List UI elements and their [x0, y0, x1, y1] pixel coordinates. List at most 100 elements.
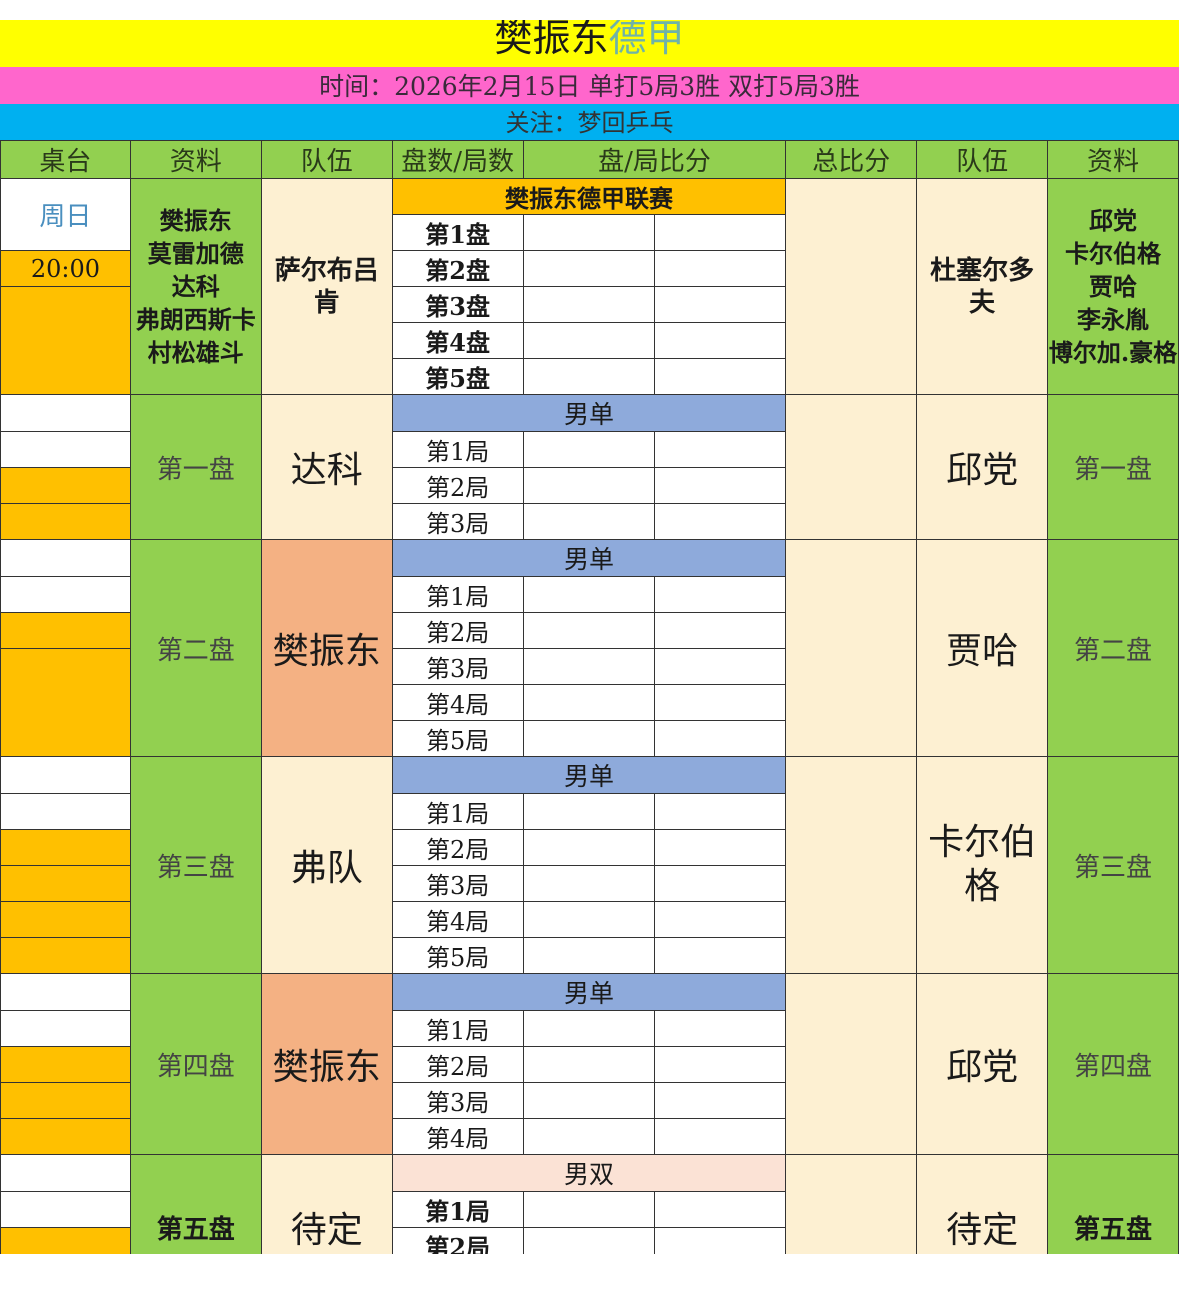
score-cell[interactable]	[522, 358, 656, 395]
round-label: 第2局	[391, 612, 524, 649]
table-fill	[0, 1046, 131, 1083]
score-cell[interactable]	[522, 576, 656, 613]
total-score[interactable]	[785, 539, 918, 757]
score-cell[interactable]	[522, 1118, 656, 1155]
score-cell[interactable]	[654, 286, 787, 323]
score-table: 桌台 资料 队伍 盘数/局数 盘/局比分 总比分 队伍 资料 周日 樊振东 莫雷…	[0, 140, 1179, 1254]
score-cell[interactable]	[654, 1010, 787, 1047]
score-cell[interactable]	[654, 648, 787, 685]
score-cell[interactable]	[654, 431, 787, 468]
round-label: 第1局	[391, 576, 524, 613]
round-label: 第5局	[391, 937, 524, 974]
score-cell[interactable]	[522, 1010, 656, 1047]
event-type: 男单	[391, 973, 787, 1011]
right-player: 邱党	[916, 394, 1049, 540]
roster-player: 博尔加.豪格	[1048, 338, 1178, 367]
game-label-right: 第三盘	[1047, 756, 1179, 974]
table-fill	[0, 829, 131, 866]
score-cell[interactable]	[654, 1191, 787, 1228]
score-cell[interactable]	[522, 1046, 656, 1083]
table-cell	[0, 1191, 131, 1228]
left-player: 达科	[260, 394, 393, 540]
score-cell[interactable]	[522, 612, 656, 649]
score-cell[interactable]	[654, 937, 787, 974]
total-score[interactable]	[785, 1154, 918, 1254]
header-table: 桌台	[0, 140, 131, 179]
total-score[interactable]	[785, 178, 918, 395]
score-cell[interactable]	[522, 937, 656, 974]
score-cell[interactable]	[654, 1227, 787, 1254]
title-main: 樊振东	[494, 20, 609, 60]
score-cell[interactable]	[654, 214, 787, 251]
table-fill	[0, 1118, 131, 1155]
score-cell[interactable]	[654, 793, 787, 830]
score-cell[interactable]	[654, 901, 787, 938]
score-cell[interactable]	[654, 250, 787, 287]
score-cell[interactable]	[654, 322, 787, 359]
score-cell[interactable]	[522, 901, 656, 938]
roster-player: 卡尔伯格	[1065, 239, 1161, 268]
score-cell[interactable]	[522, 793, 656, 830]
left-team: 萨尔布吕肯	[260, 178, 393, 395]
score-cell[interactable]	[654, 358, 787, 395]
game-label: 第一盘	[129, 394, 262, 540]
score-cell[interactable]	[522, 1082, 656, 1119]
score-cell[interactable]	[654, 720, 787, 757]
follow-note: 关注：梦回乒乓	[0, 104, 1179, 140]
round-label: 第5局	[391, 720, 524, 757]
roster-player: 贾哈	[1089, 272, 1137, 301]
total-score[interactable]	[785, 973, 918, 1155]
league-name: 樊振东德甲联赛	[391, 178, 787, 215]
score-cell[interactable]	[522, 250, 656, 287]
title-banner: 樊振东德甲	[0, 20, 1179, 67]
table-fill	[0, 648, 131, 757]
round-label: 第1局	[391, 431, 524, 468]
total-score[interactable]	[785, 394, 918, 540]
score-cell[interactable]	[654, 829, 787, 866]
title-suffix: 德甲	[608, 20, 685, 60]
score-cell[interactable]	[522, 322, 656, 359]
table-cell	[0, 539, 131, 577]
header-score: 盘/局比分	[522, 140, 787, 179]
set-label: 第2盘	[391, 250, 524, 287]
score-cell[interactable]	[522, 829, 656, 866]
round-label: 第3局	[391, 1082, 524, 1119]
score-cell[interactable]	[522, 1227, 656, 1254]
table-fill	[0, 901, 131, 938]
round-label: 第3局	[391, 865, 524, 902]
total-score[interactable]	[785, 756, 918, 974]
score-cell[interactable]	[654, 503, 787, 540]
roster-player: 弗朗西斯卡	[135, 305, 256, 334]
score-cell[interactable]	[654, 1118, 787, 1155]
round-label: 第1局	[391, 793, 524, 830]
right-roster: 邱党 卡尔伯格 贾哈 李永胤 博尔加.豪格	[1047, 178, 1179, 395]
event-type: 男单	[391, 756, 787, 794]
score-cell[interactable]	[522, 503, 656, 540]
score-cell[interactable]	[654, 612, 787, 649]
score-cell[interactable]	[654, 865, 787, 902]
score-cell[interactable]	[522, 286, 656, 323]
table-fill	[0, 1082, 131, 1119]
score-cell[interactable]	[522, 684, 656, 721]
score-cell[interactable]	[654, 467, 787, 504]
right-player: 卡尔伯格	[916, 756, 1049, 974]
set-label: 第3盘	[391, 286, 524, 323]
match-time: 20:00	[0, 250, 131, 287]
round-label: 第2局	[391, 1046, 524, 1083]
score-cell[interactable]	[522, 865, 656, 902]
score-cell[interactable]	[522, 1191, 656, 1228]
score-cell[interactable]	[654, 1082, 787, 1119]
score-cell[interactable]	[654, 684, 787, 721]
score-cell[interactable]	[522, 467, 656, 504]
score-cell[interactable]	[654, 576, 787, 613]
left-roster: 樊振东 莫雷加德 达科 弗朗西斯卡 村松雄斗	[129, 178, 262, 395]
score-cell[interactable]	[522, 431, 656, 468]
header-total: 总比分	[785, 140, 918, 179]
score-cell[interactable]	[522, 720, 656, 757]
game-label-right: 第一盘	[1047, 394, 1179, 540]
table-cell	[0, 431, 131, 468]
round-label: 第3局	[391, 503, 524, 540]
score-cell[interactable]	[522, 648, 656, 685]
score-cell[interactable]	[654, 1046, 787, 1083]
score-cell[interactable]	[522, 214, 656, 251]
